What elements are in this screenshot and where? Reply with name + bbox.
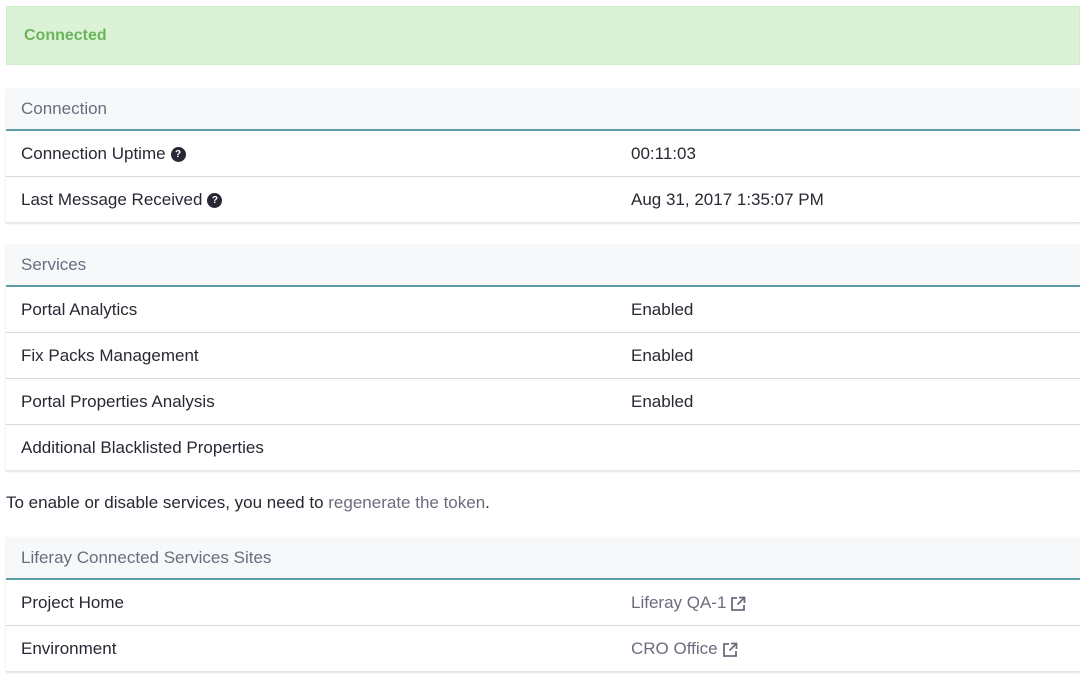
service-status: Enabled xyxy=(631,299,694,319)
connected-alert: Connected xyxy=(6,6,1080,65)
service-label: Fix Packs Management xyxy=(21,345,199,365)
last-message-value-cell: Aug 31, 2017 1:35:07 PM xyxy=(631,190,1080,210)
note-prefix: To enable or disable services, you need … xyxy=(6,493,329,512)
project-home-row: Project Home Liferay QA-1 xyxy=(6,580,1080,626)
service-value-cell: Enabled xyxy=(631,392,1080,412)
service-value-cell: Enabled xyxy=(631,346,1080,366)
sites-panel-header: Liferay Connected Services Sites xyxy=(6,537,1080,580)
service-row-portal-analytics: Portal Analytics Enabled xyxy=(6,287,1080,333)
sites-panel: Liferay Connected Services Sites Project… xyxy=(6,537,1080,672)
connection-uptime-row: Connection Uptime ? 00:11:03 xyxy=(6,131,1080,177)
environment-value-cell: CRO Office xyxy=(631,639,1080,659)
connection-panel-header: Connection xyxy=(6,88,1080,131)
service-value-cell: Enabled xyxy=(631,300,1080,320)
service-label-cell: Portal Properties Analysis xyxy=(6,392,631,412)
project-home-label-cell: Project Home xyxy=(6,593,631,613)
question-circle-icon[interactable]: ? xyxy=(207,193,223,208)
last-message-value: Aug 31, 2017 1:35:07 PM xyxy=(631,189,824,209)
connection-panel-title: Connection xyxy=(21,98,108,118)
regenerate-token-link[interactable]: regenerate the token xyxy=(328,493,485,512)
service-status: Enabled xyxy=(631,391,694,411)
last-message-label-cell: Last Message Received ? xyxy=(6,190,631,210)
sites-panel-title: Liferay Connected Services Sites xyxy=(21,547,272,567)
note-suffix: . xyxy=(485,493,490,512)
service-row-portal-properties: Portal Properties Analysis Enabled xyxy=(6,379,1080,425)
external-link-icon[interactable] xyxy=(730,596,746,612)
service-status: Enabled xyxy=(631,345,694,365)
last-message-label: Last Message Received xyxy=(21,189,203,209)
services-panel-title: Services xyxy=(21,254,87,274)
connection-uptime-value: 00:11:03 xyxy=(631,143,696,163)
environment-link[interactable]: CRO Office xyxy=(631,639,718,659)
environment-row: Environment CRO Office xyxy=(6,626,1080,672)
service-row-blacklisted-properties: Additional Blacklisted Properties xyxy=(6,425,1080,471)
connection-uptime-label: Connection Uptime xyxy=(21,143,166,163)
service-label: Additional Blacklisted Properties xyxy=(21,437,264,457)
external-link-icon[interactable] xyxy=(722,642,738,658)
regenerate-token-note: To enable or disable services, you need … xyxy=(6,493,490,513)
project-home-label: Project Home xyxy=(21,592,124,612)
project-home-link[interactable]: Liferay QA-1 xyxy=(631,593,726,613)
environment-label: Environment xyxy=(21,638,117,658)
alert-text: Connected xyxy=(24,26,107,44)
service-label: Portal Properties Analysis xyxy=(21,391,215,411)
connection-uptime-label-cell: Connection Uptime ? xyxy=(6,144,631,164)
connection-panel: Connection Connection Uptime ? 00:11:03 … xyxy=(6,88,1080,223)
services-panel: Services Portal Analytics Enabled Fix Pa… xyxy=(6,244,1080,471)
service-label: Portal Analytics xyxy=(21,299,138,319)
last-message-row: Last Message Received ? Aug 31, 2017 1:3… xyxy=(6,177,1080,223)
connection-uptime-value-cell: 00:11:03 xyxy=(631,144,1080,164)
question-circle-icon[interactable]: ? xyxy=(170,147,186,162)
environment-label-cell: Environment xyxy=(6,639,631,659)
project-home-value-cell: Liferay QA-1 xyxy=(631,593,1080,613)
service-label-cell: Additional Blacklisted Properties xyxy=(6,438,631,458)
service-label-cell: Portal Analytics xyxy=(6,300,631,320)
services-panel-header: Services xyxy=(6,244,1080,287)
service-label-cell: Fix Packs Management xyxy=(6,346,631,366)
service-row-fix-packs: Fix Packs Management Enabled xyxy=(6,333,1080,379)
